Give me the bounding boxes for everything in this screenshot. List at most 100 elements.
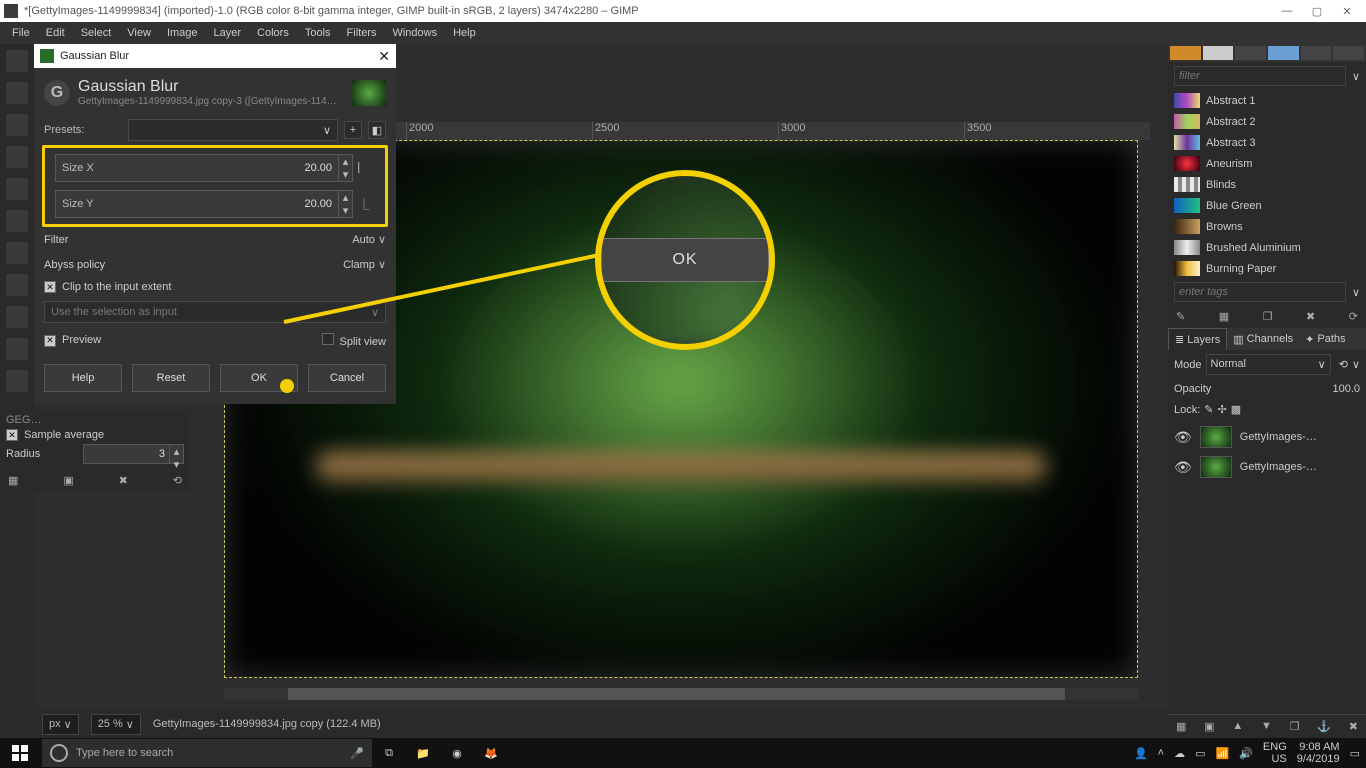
new-layer-icon[interactable]: ▦ xyxy=(1176,720,1186,733)
menu-view[interactable]: View xyxy=(119,24,159,42)
layer-row[interactable]: 👁 GettyImages-… xyxy=(1174,426,1360,448)
chevron-down-icon[interactable]: ∨ xyxy=(1352,358,1360,371)
gradient-item[interactable]: Aneurism xyxy=(1168,153,1366,174)
lock-pixels-icon[interactable]: ✎ xyxy=(1204,403,1213,416)
tool-smudge[interactable] xyxy=(6,338,28,360)
menu-help[interactable]: Help xyxy=(445,24,484,42)
chevron-down-icon[interactable]: ∨ xyxy=(378,259,386,271)
cancel-button[interactable]: Cancel xyxy=(308,364,386,392)
restore-tool-icon[interactable]: ▣ xyxy=(63,474,73,487)
size-x-input[interactable]: Size X xyxy=(55,154,339,182)
tool-move[interactable] xyxy=(6,50,28,72)
menu-colors[interactable]: Colors xyxy=(249,24,297,42)
presets-select[interactable]: ∨ xyxy=(128,119,338,141)
opacity-value[interactable]: 100.0 xyxy=(1332,383,1360,395)
menu-filters[interactable]: Filters xyxy=(339,24,385,42)
anchor-layer-icon[interactable]: ⚓ xyxy=(1317,720,1331,733)
gradient-item[interactable]: Blinds xyxy=(1168,174,1366,195)
tool-eraser[interactable] xyxy=(6,306,28,328)
tool-select[interactable] xyxy=(6,82,28,104)
raise-layer-icon[interactable]: ▲ xyxy=(1232,720,1243,733)
tray-clock[interactable]: 9:08 AM9/4/2019 xyxy=(1297,741,1340,765)
menu-tools[interactable]: Tools xyxy=(297,24,339,42)
chrome-icon[interactable]: ◉ xyxy=(440,738,474,768)
start-button[interactable] xyxy=(0,738,40,768)
tool-clone[interactable] xyxy=(6,370,28,392)
visibility-icon[interactable]: 👁 xyxy=(1174,429,1192,446)
abyss-value[interactable]: Clamp xyxy=(343,259,375,271)
radius-spinner[interactable]: ▴▾ xyxy=(170,444,184,464)
layer-name[interactable]: GettyImages-… xyxy=(1240,461,1317,473)
tray-wifi-icon[interactable]: 📶 xyxy=(1216,747,1230,760)
tool-bucket[interactable] xyxy=(6,210,28,232)
mode-select[interactable]: Normal∨ xyxy=(1206,354,1331,375)
gradient-item[interactable]: Abstract 1 xyxy=(1168,90,1366,111)
lock-alpha-icon[interactable]: ▩ xyxy=(1231,403,1241,416)
dialog-titlebar[interactable]: Gaussian Blur ✕ xyxy=(34,44,396,68)
chevron-down-icon[interactable]: ∨ xyxy=(1352,286,1360,299)
dialog-close-button[interactable]: ✕ xyxy=(378,48,390,65)
edit-icon[interactable]: ✎ xyxy=(1176,310,1185,323)
gradient-item[interactable]: Abstract 2 xyxy=(1168,111,1366,132)
lower-layer-icon[interactable]: ▼ xyxy=(1261,720,1272,733)
tool-text[interactable] xyxy=(6,178,28,200)
maximize-button[interactable]: ▢ xyxy=(1302,0,1332,22)
save-tool-icon[interactable]: ▦ xyxy=(8,474,18,487)
scrollbar-horizontal[interactable] xyxy=(224,688,1138,700)
gradient-item[interactable]: Brushed Aluminium xyxy=(1168,237,1366,258)
size-x-field[interactable] xyxy=(118,162,338,174)
sample-average-checkbox[interactable]: ✕ xyxy=(6,429,18,441)
chevron-down-icon[interactable]: ∨ xyxy=(378,234,386,246)
explorer-icon[interactable]: 📁 xyxy=(406,738,440,768)
refresh-icon[interactable]: ⟳ xyxy=(1349,310,1358,323)
tray-onedrive-icon[interactable]: ☁ xyxy=(1174,747,1185,760)
menu-file[interactable]: File xyxy=(4,24,38,42)
tray-up-icon[interactable]: ˄ xyxy=(1158,747,1164,759)
tray-people-icon[interactable]: 👤 xyxy=(1134,747,1148,760)
menu-layer[interactable]: Layer xyxy=(206,24,250,42)
unit-select[interactable]: px ∨ xyxy=(42,714,79,735)
new-icon[interactable]: ▦ xyxy=(1219,310,1229,323)
tool-transform[interactable] xyxy=(6,146,28,168)
minimize-button[interactable]: — xyxy=(1272,0,1302,22)
delete-icon[interactable]: ✖ xyxy=(1306,310,1315,323)
layer-group-icon[interactable]: ▣ xyxy=(1204,720,1214,733)
taskbar-search[interactable]: Type here to search 🎤 xyxy=(42,739,372,767)
gradient-filter-input[interactable] xyxy=(1174,66,1346,86)
menu-edit[interactable]: Edit xyxy=(38,24,73,42)
mic-icon[interactable]: 🎤 xyxy=(350,747,364,760)
tags-input[interactable] xyxy=(1174,282,1346,302)
split-checkbox[interactable] xyxy=(322,333,334,345)
size-y-spinner[interactable]: ▴▾ xyxy=(339,190,353,218)
task-view-icon[interactable]: ⧉ xyxy=(372,738,406,768)
layer-name[interactable]: GettyImages-… xyxy=(1240,431,1317,443)
close-button[interactable]: ✕ xyxy=(1332,0,1362,22)
tool-gradient[interactable] xyxy=(6,242,28,264)
gradient-item[interactable]: Blue Green xyxy=(1168,195,1366,216)
size-y-field[interactable] xyxy=(118,198,338,210)
tab-channels[interactable]: ▥Channels xyxy=(1227,328,1299,350)
reset-button[interactable]: Reset xyxy=(132,364,210,392)
gimp-icon[interactable]: 🦊 xyxy=(474,738,508,768)
tool-brush[interactable] xyxy=(6,274,28,296)
lock-position-icon[interactable]: ✢ xyxy=(1218,403,1227,416)
menu-windows[interactable]: Windows xyxy=(384,24,445,42)
layer-row[interactable]: 👁 GettyImages-… xyxy=(1174,456,1360,478)
add-preset-button[interactable]: + xyxy=(344,121,362,139)
gradient-item[interactable]: Burning Paper xyxy=(1168,258,1366,279)
filter-value[interactable]: Auto xyxy=(352,234,375,246)
reset-tool-icon[interactable]: ⟲ xyxy=(173,474,182,487)
zoom-select[interactable]: 25 % ∨ xyxy=(91,714,141,735)
size-y-input[interactable]: Size Y xyxy=(55,190,339,218)
radius-field[interactable] xyxy=(83,444,170,464)
chevron-down-icon[interactable]: ∨ xyxy=(1352,70,1360,83)
tab-paths[interactable]: ✦Paths xyxy=(1299,328,1351,350)
link-icon[interactable]: ⎿ xyxy=(353,190,375,218)
help-button[interactable]: Help xyxy=(44,364,122,392)
duplicate-icon[interactable]: ❐ xyxy=(1263,310,1273,323)
delete-layer-icon[interactable]: ✖ xyxy=(1349,720,1358,733)
gradient-item[interactable]: Browns xyxy=(1168,216,1366,237)
manage-preset-button[interactable]: ◧ xyxy=(368,121,386,139)
gradient-item[interactable]: Abstract 3 xyxy=(1168,132,1366,153)
tray-volume-icon[interactable]: 🔊 xyxy=(1239,747,1253,760)
